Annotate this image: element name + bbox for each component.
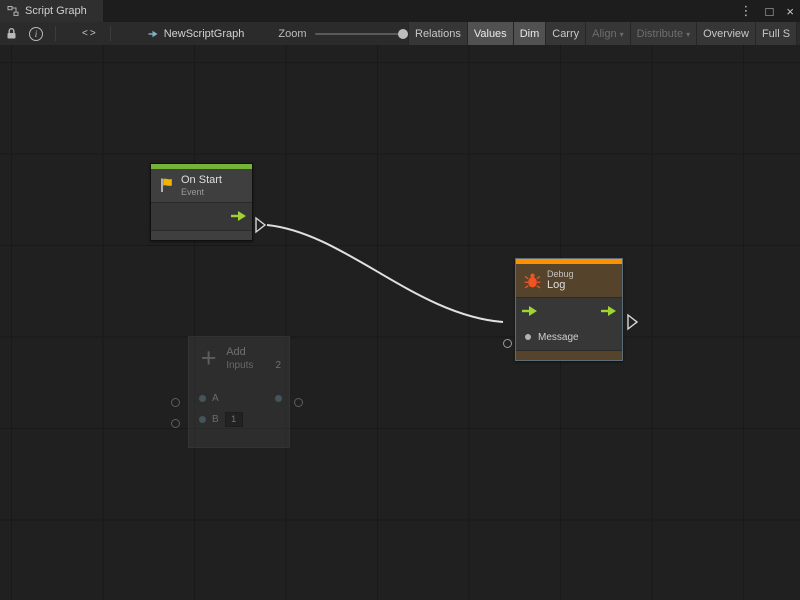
flow-triangle-icon: [256, 218, 265, 232]
add-inputs-label: Inputs: [226, 359, 253, 373]
distribute-label: Distribute: [637, 28, 683, 40]
unconnected-port-circle: [503, 339, 512, 348]
graph-asset-icon: [147, 28, 159, 40]
port-a-dot[interactable]: [199, 395, 206, 402]
zoom-slider[interactable]: [315, 33, 409, 35]
window-layout-icon[interactable]: □: [766, 4, 774, 19]
toolbar-separator: [55, 26, 56, 41]
port-b-value-field[interactable]: 1: [225, 412, 243, 427]
window-menu-icon[interactable]: ⋮: [740, 3, 753, 19]
script-graph-tab-icon: [7, 5, 19, 17]
code-icon: <>: [82, 28, 98, 39]
align-button[interactable]: Align ▾: [585, 22, 629, 45]
carry-button[interactable]: Carry: [545, 22, 585, 45]
debug-header[interactable]: Debug Log: [516, 264, 622, 297]
chevron-down-icon: ▾: [686, 30, 690, 39]
connection-layer: [0, 45, 800, 600]
tab-script-graph[interactable]: Script Graph: [0, 0, 103, 22]
debug-footer: [516, 350, 622, 360]
message-port-dot[interactable]: [525, 334, 531, 340]
trigger-input-port[interactable]: [522, 306, 537, 316]
distribute-button[interactable]: Distribute ▾: [630, 22, 696, 45]
graph-canvas[interactable]: On Start Event: [0, 45, 800, 600]
dim-label: Dim: [520, 28, 540, 40]
unconnected-port-circle: [171, 398, 180, 407]
debug-title: Log: [547, 279, 574, 292]
unity-script-graph-window: { "titlebar": { "tab_title": "Script Gra…: [0, 0, 800, 600]
add-title: Add: [226, 345, 281, 359]
align-label: Align: [592, 28, 616, 40]
window-controls: ⋮ □ ×: [740, 0, 794, 22]
fullscreen-button[interactable]: Full S: [755, 22, 797, 45]
edit-source-button[interactable]: <>: [76, 22, 104, 45]
chevron-down-icon: ▾: [620, 30, 624, 39]
add-header: + Add Inputs 2: [189, 337, 289, 373]
tab-title: Script Graph: [25, 5, 87, 17]
debug-category: Debug: [547, 269, 574, 279]
zoom-label: Zoom: [278, 28, 306, 40]
on-start-trigger-row: [151, 203, 252, 230]
overview-label: Overview: [703, 28, 749, 40]
green-arrow-icon: [522, 306, 537, 316]
add-inputs-value[interactable]: 2: [275, 359, 281, 373]
graph-toolbar: i <> NewScriptGraph Zoom 1x Relations Va…: [0, 22, 800, 46]
flow-triangle-icon: [628, 315, 637, 329]
add-inputs-row: Inputs 2: [226, 359, 281, 373]
trigger-output-port[interactable]: [231, 211, 246, 221]
lock-icon: [6, 27, 17, 40]
on-start-body: [151, 202, 252, 230]
info-icon: i: [29, 27, 43, 41]
debug-body: Message: [516, 297, 622, 350]
values-button[interactable]: Values: [467, 22, 513, 45]
graph-asset-selector[interactable]: NewScriptGraph: [141, 28, 251, 40]
node-debug-log[interactable]: Debug Log: [515, 258, 623, 361]
toolbar-separator: [110, 26, 111, 41]
trigger-output-port[interactable]: [601, 306, 616, 316]
relations-label: Relations: [415, 28, 461, 40]
overview-button[interactable]: Overview: [696, 22, 755, 45]
zoom-slider-handle[interactable]: [398, 29, 408, 39]
message-port-label: Message: [538, 332, 579, 343]
node-on-start[interactable]: On Start Event: [150, 163, 253, 241]
dim-button[interactable]: Dim: [513, 22, 546, 45]
bug-icon: [524, 272, 541, 289]
info-glyph: i: [35, 29, 38, 39]
values-label: Values: [474, 28, 507, 40]
debug-trigger-row: [516, 298, 622, 325]
port-b-dot[interactable]: [199, 416, 206, 423]
info-button[interactable]: i: [23, 22, 49, 45]
on-start-subtitle: Event: [181, 187, 222, 197]
on-start-title: On Start: [181, 174, 222, 187]
on-start-header[interactable]: On Start Event: [151, 169, 252, 202]
relations-button[interactable]: Relations: [408, 22, 467, 45]
port-b-label: B: [212, 414, 219, 425]
unconnected-port-circle: [294, 398, 303, 407]
sum-output-dot[interactable]: [275, 395, 282, 402]
add-port-b-row[interactable]: B 1: [189, 409, 289, 430]
port-a-label: A: [212, 393, 219, 404]
on-start-footer: [151, 230, 252, 240]
graph-asset-name: NewScriptGraph: [164, 28, 245, 40]
window-titlebar: Script Graph ⋮ □ ×: [0, 0, 800, 22]
add-spacer: [189, 373, 289, 388]
fullscreen-label: Full S: [762, 28, 790, 40]
lock-button[interactable]: [0, 22, 23, 45]
toolbar-button-group: Relations Values Dim Carry Align ▾ Distr…: [408, 22, 797, 45]
green-arrow-icon: [231, 211, 246, 221]
plus-icon: +: [197, 345, 220, 371]
unconnected-port-circle: [171, 419, 180, 428]
debug-message-row[interactable]: Message: [516, 325, 622, 350]
connection-wire[interactable]: [267, 225, 503, 322]
node-add-ghost[interactable]: + Add Inputs 2 A B 1: [188, 336, 290, 448]
carry-label: Carry: [552, 28, 579, 40]
window-close-icon[interactable]: ×: [786, 4, 794, 19]
flag-icon: [159, 177, 175, 193]
add-port-a-row[interactable]: A: [189, 388, 289, 409]
green-arrow-icon: [601, 306, 616, 316]
